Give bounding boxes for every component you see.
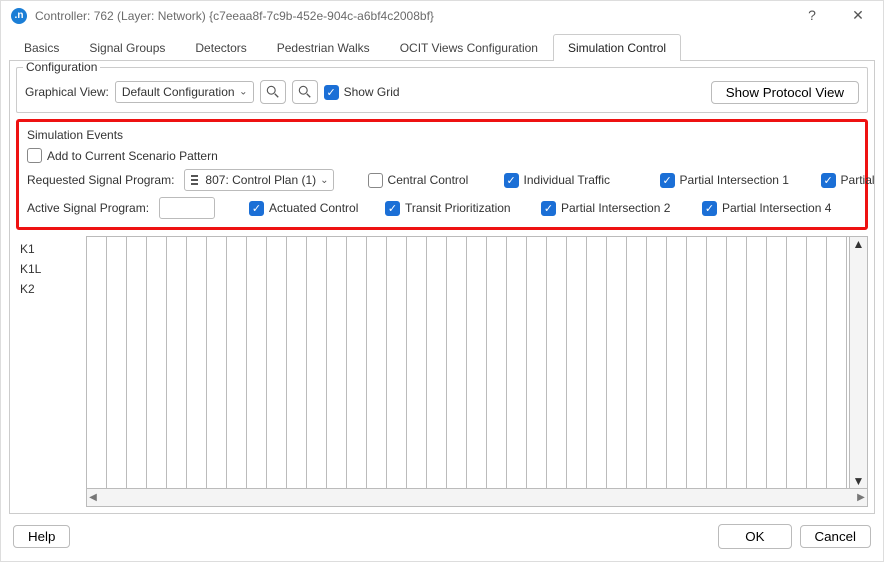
opt-partial-2[interactable]: Partial Intersection 2 bbox=[541, 201, 696, 216]
timeline-area: K1 K1L K2 ▲ ▼ ◀ ▶ bbox=[16, 236, 868, 507]
cancel-button[interactable]: Cancel bbox=[800, 525, 872, 548]
opt-transit-prioritization[interactable]: Transit Prioritization bbox=[385, 201, 535, 216]
scroll-right-icon: ▶ bbox=[855, 492, 867, 503]
configuration-group: Configuration Graphical View: Default Co… bbox=[16, 67, 868, 113]
timeline-row-label: K1L bbox=[20, 262, 82, 276]
graphical-view-value: Default Configuration bbox=[122, 85, 235, 99]
tab-signal-groups[interactable]: Signal Groups bbox=[74, 34, 180, 61]
timeline-grid[interactable] bbox=[86, 236, 850, 489]
help-button[interactable]: Help bbox=[13, 525, 70, 548]
titlebar: .n Controller: 762 (Layer: Network) {c7e… bbox=[1, 1, 883, 30]
opt-partial-1[interactable]: Partial Intersection 1 bbox=[660, 173, 815, 188]
horizontal-scrollbar[interactable]: ◀ ▶ bbox=[86, 489, 868, 507]
opt-central-control[interactable]: Central Control bbox=[368, 173, 498, 188]
vertical-scrollbar[interactable]: ▲ ▼ bbox=[850, 236, 868, 489]
chevron-down-icon: ⌄ bbox=[320, 175, 328, 186]
add-pattern-label: Add to Current Scenario Pattern bbox=[47, 149, 218, 163]
opt-individual-traffic[interactable]: Individual Traffic bbox=[504, 173, 654, 188]
tab-simulation-control[interactable]: Simulation Control bbox=[553, 34, 681, 61]
app-icon: .n bbox=[11, 8, 27, 24]
add-pattern-checkbox[interactable]: Add to Current Scenario Pattern bbox=[27, 148, 218, 163]
opt-partial-4[interactable]: Partial Intersection 4 bbox=[702, 201, 857, 216]
requested-program-select[interactable]: 807: Control Plan (1) ⌄ bbox=[184, 169, 333, 191]
active-program-label: Active Signal Program: bbox=[27, 201, 149, 215]
requested-program-value: 807: Control Plan (1) bbox=[205, 173, 316, 187]
tab-detectors[interactable]: Detectors bbox=[180, 34, 261, 61]
zoom-out-button[interactable] bbox=[292, 80, 318, 104]
checkbox-box bbox=[324, 85, 339, 100]
scroll-down-icon: ▼ bbox=[853, 474, 865, 488]
opt-actuated-control[interactable]: Actuated Control bbox=[249, 201, 379, 216]
help-icon[interactable]: ? bbox=[797, 7, 827, 24]
tab-strip: Basics Signal Groups Detectors Pedestria… bbox=[9, 34, 875, 61]
simulation-events-highlight: Simulation Events Add to Current Scenari… bbox=[16, 119, 868, 230]
window-title: Controller: 762 (Layer: Network) {c7eeaa… bbox=[35, 9, 789, 23]
simulation-events-title: Simulation Events bbox=[27, 128, 857, 142]
list-icon bbox=[191, 175, 201, 185]
show-grid-label: Show Grid bbox=[344, 85, 400, 99]
chevron-down-icon: ⌄ bbox=[239, 87, 247, 98]
tab-basics[interactable]: Basics bbox=[9, 34, 74, 61]
configuration-group-title: Configuration bbox=[23, 61, 100, 74]
timeline-row-label: K1 bbox=[20, 242, 82, 256]
checkbox-box bbox=[27, 148, 42, 163]
graphical-view-label: Graphical View: bbox=[25, 85, 109, 99]
timeline-row-label: K2 bbox=[20, 282, 82, 296]
timeline-row-labels: K1 K1L K2 bbox=[16, 236, 86, 507]
graphical-view-select[interactable]: Default Configuration ⌄ bbox=[115, 81, 254, 103]
show-protocol-button[interactable]: Show Protocol View bbox=[711, 81, 859, 104]
ok-button[interactable]: OK bbox=[718, 524, 791, 549]
close-icon[interactable]: ✕ bbox=[843, 7, 873, 24]
scroll-up-icon: ▲ bbox=[853, 237, 865, 251]
tab-pedestrian-walks[interactable]: Pedestrian Walks bbox=[262, 34, 385, 61]
zoom-in-button[interactable] bbox=[260, 80, 286, 104]
opt-partial-3[interactable]: Partial Intersection 3 bbox=[821, 173, 875, 188]
scroll-left-icon: ◀ bbox=[87, 492, 99, 503]
magnifier-icon bbox=[266, 85, 280, 99]
active-program-input[interactable] bbox=[159, 197, 215, 219]
dialog-footer: Help OK Cancel bbox=[1, 514, 883, 561]
show-grid-checkbox[interactable]: Show Grid bbox=[324, 85, 400, 100]
magnifier-icon bbox=[298, 85, 312, 99]
tab-ocit-views[interactable]: OCIT Views Configuration bbox=[385, 34, 553, 61]
requested-program-label: Requested Signal Program: bbox=[27, 173, 174, 187]
